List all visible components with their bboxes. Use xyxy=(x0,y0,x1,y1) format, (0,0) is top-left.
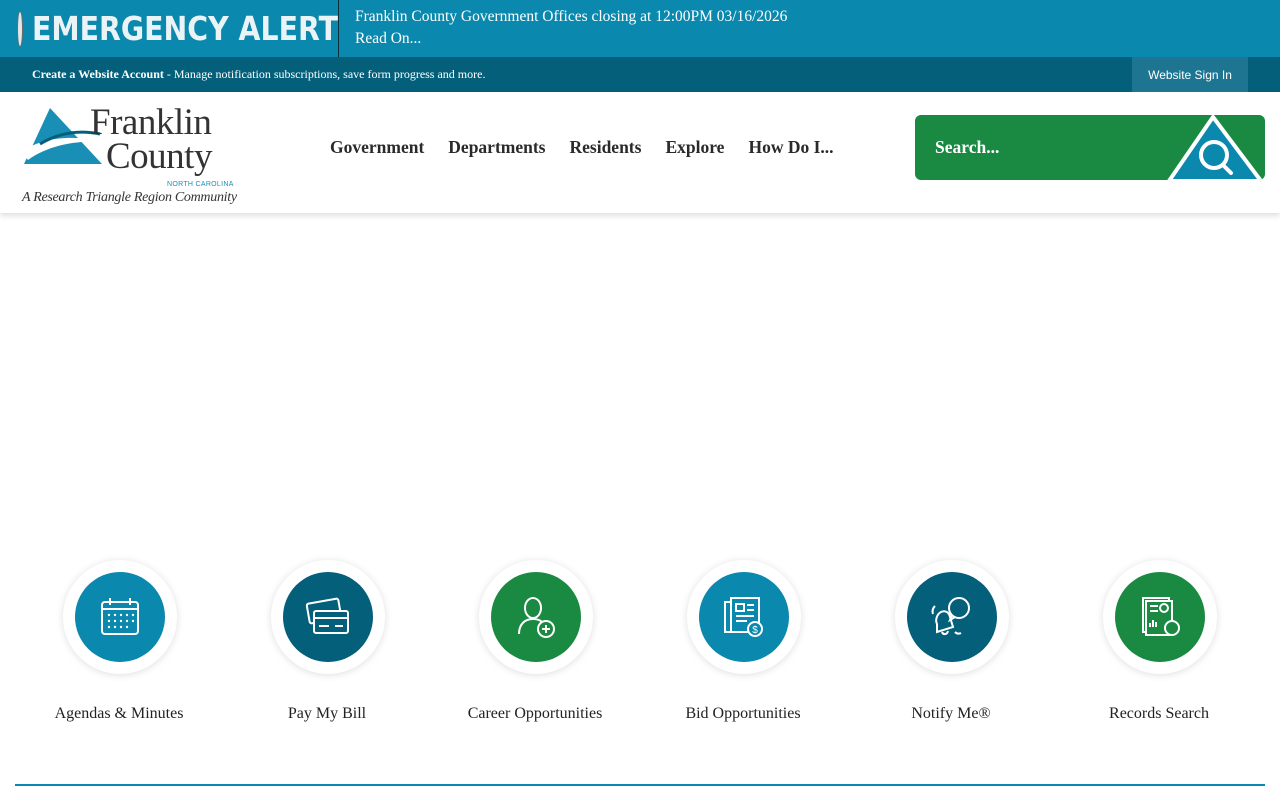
quick-link-ring xyxy=(271,560,385,674)
nav-item-departments[interactable]: Departments xyxy=(448,137,545,158)
emergency-alert-heading: EMERGENCY ALERT xyxy=(0,0,339,57)
records-search-icon xyxy=(1142,597,1180,636)
emergency-alert-title: EMERGENCY ALERT xyxy=(32,9,338,48)
create-account-link[interactable]: Create a Website Account xyxy=(32,67,164,81)
quick-link-label: Agendas & Minutes xyxy=(54,705,184,722)
quick-link-agendas-minutes[interactable]: Agendas & Minutes xyxy=(15,560,223,740)
nav-item-residents[interactable]: Residents xyxy=(570,137,642,158)
quick-link-circle xyxy=(907,572,997,662)
quick-link-ring xyxy=(63,560,177,674)
quick-link-label: Bid Opportunities xyxy=(685,705,801,722)
quick-link-circle xyxy=(1115,572,1205,662)
account-description: - Manage notification subscriptions, sav… xyxy=(163,67,486,81)
alert-light-icon xyxy=(18,11,22,46)
quick-link-label: Career Opportunities xyxy=(467,705,603,722)
search-box xyxy=(915,115,1265,180)
quick-link-circle xyxy=(75,572,165,662)
nav-item-government[interactable]: Government xyxy=(330,137,424,158)
quick-link-ring: $ xyxy=(687,560,801,674)
quick-link-pay-my-bill[interactable]: Pay My Bill xyxy=(223,560,431,740)
quick-link-circle xyxy=(283,572,373,662)
person-add-icon xyxy=(518,597,555,638)
svg-text:$: $ xyxy=(752,625,758,636)
quick-link-career-opportunities[interactable]: Career Opportunities xyxy=(431,560,639,740)
logo-county-text: County xyxy=(106,136,212,177)
emergency-alert-message[interactable]: Franklin County Government Offices closi… xyxy=(355,6,787,28)
emergency-alert-content: Franklin County Government Offices closi… xyxy=(339,0,787,57)
quick-link-bid-opportunities[interactable]: $ Bid Opportunities xyxy=(639,560,847,740)
bell-chat-icon xyxy=(931,597,970,636)
nav-item-explore[interactable]: Explore xyxy=(665,137,724,158)
quick-link-ring xyxy=(479,560,593,674)
quick-link-circle: $ xyxy=(699,572,789,662)
emergency-alert-read-more-link[interactable]: Read On... xyxy=(355,28,787,50)
quick-link-ring xyxy=(895,560,1009,674)
logo-state-text: NORTH CAROLINA xyxy=(167,181,234,188)
quick-link-circle xyxy=(491,572,581,662)
quick-link-records-search[interactable]: Records Search xyxy=(1055,560,1263,740)
emergency-alert-bar: EMERGENCY ALERT Franklin County Governme… xyxy=(0,0,1280,57)
search-input[interactable] xyxy=(915,115,1175,180)
search-icon xyxy=(1167,115,1263,180)
franklin-county-logo[interactable]: Franklin County NORTH CAROLINA A Researc… xyxy=(20,102,240,205)
account-promo: Create a Website Account - Manage notifi… xyxy=(32,67,485,82)
calendar-icon xyxy=(101,598,139,635)
search-button[interactable] xyxy=(1165,115,1265,180)
quick-link-label: Records Search xyxy=(1109,705,1209,722)
main-navigation: Government Departments Residents Explore… xyxy=(318,92,846,202)
footer-divider xyxy=(15,784,1265,786)
document-dollar-icon: $ xyxy=(724,597,763,637)
account-bar: Create a Website Account - Manage notifi… xyxy=(0,57,1280,92)
site-header: Franklin County NORTH CAROLINA A Researc… xyxy=(0,92,1280,213)
quick-links: Agendas & Minutes Pay My Bill Career Opp… xyxy=(15,560,1265,740)
logo-tagline: A Research Triangle Region Community xyxy=(22,190,237,205)
quick-link-label: Notify Me® xyxy=(911,705,991,722)
quick-link-ring xyxy=(1103,560,1217,674)
credit-card-icon xyxy=(305,597,349,634)
website-sign-in-button[interactable]: Website Sign In xyxy=(1132,57,1248,92)
quick-link-notify-me[interactable]: Notify Me® xyxy=(847,560,1055,740)
nav-item-how-do-i[interactable]: How Do I... xyxy=(748,137,833,158)
quick-link-label: Pay My Bill xyxy=(287,705,367,722)
